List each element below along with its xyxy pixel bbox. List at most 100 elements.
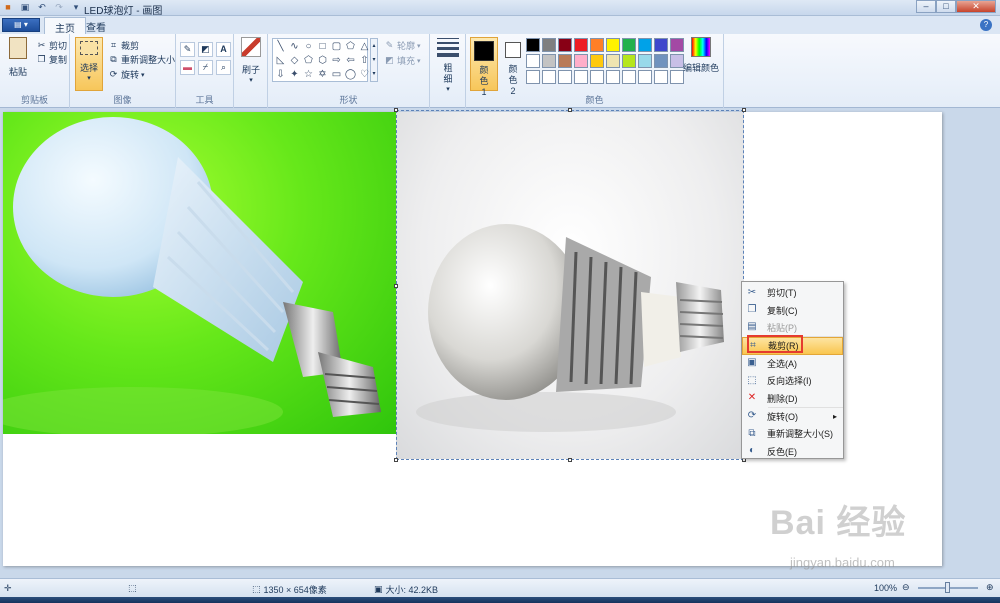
fill-bucket-icon[interactable]: ◩ <box>198 42 213 57</box>
palette-color-swatch[interactable] <box>590 54 604 68</box>
fill-button[interactable]: ◩ 填充 ▾ <box>384 54 421 67</box>
palette-color-swatch[interactable] <box>638 70 652 84</box>
context-menu-item[interactable]: ◐ 反色(E) <box>742 443 843 460</box>
redo-icon[interactable]: ↷ <box>53 1 65 13</box>
palette-color-swatch[interactable] <box>654 54 668 68</box>
palette-color-swatch[interactable] <box>526 38 540 52</box>
context-menu-item[interactable]: ❐ 复制(C) <box>742 301 843 318</box>
diamond-shape-icon[interactable]: ◇ <box>288 54 301 67</box>
palette-color-swatch[interactable] <box>558 54 572 68</box>
palette-color-swatch[interactable] <box>558 38 572 52</box>
eraser-icon[interactable]: ▬ <box>180 60 195 75</box>
cut-button[interactable]: ✂ 剪切 <box>36 39 67 52</box>
submenu-arrow-icon: ▸ <box>832 411 837 421</box>
context-menu-item[interactable]: ✕ 删除(D) <box>742 389 843 406</box>
undo-icon[interactable]: ↶ <box>36 1 48 13</box>
outline-button[interactable]: ✎ 轮廓 ▾ <box>384 39 421 52</box>
oval-callout-shape-icon[interactable]: ◯ <box>344 68 357 81</box>
right-arrow-shape-icon[interactable]: ⇨ <box>330 54 343 67</box>
six-point-star-shape-icon[interactable]: ✡ <box>316 68 329 81</box>
color1-button[interactable]: 颜色 1 <box>470 37 498 97</box>
curve-shape-icon[interactable]: ∿ <box>288 40 301 53</box>
tab-view[interactable]: 查看 <box>76 17 116 34</box>
palette-color-swatch[interactable] <box>622 54 636 68</box>
selection-handle[interactable] <box>394 284 398 288</box>
palette-color-swatch[interactable] <box>590 70 604 84</box>
colors-group: 颜色 1 颜色 2 编辑颜色 颜色 <box>466 34 724 108</box>
brushes-button[interactable]: 刷子 ▾ <box>237 37 265 84</box>
palette-color-swatch[interactable] <box>590 38 604 52</box>
zoom-out-button[interactable]: ⊖ <box>902 582 910 593</box>
context-menu-item[interactable]: ⬚ 反向选择(I) <box>742 372 843 389</box>
paint-menu-button[interactable]: ▤ ▾ <box>2 18 40 32</box>
chevron-down-icon: ▾ <box>417 57 421 65</box>
context-menu-item[interactable]: ⧉ 重新调整大小(S) <box>742 425 843 442</box>
palette-color-swatch[interactable] <box>638 38 652 52</box>
fill-icon: ◩ <box>385 55 394 65</box>
selection-handle[interactable] <box>394 458 398 462</box>
rectangle-shape-icon[interactable]: □ <box>316 40 329 53</box>
selection-handle[interactable] <box>568 108 572 112</box>
pencil-icon[interactable]: ✎ <box>180 42 195 57</box>
pentagon-shape-icon[interactable]: ⬠ <box>302 54 315 67</box>
palette-color-swatch[interactable] <box>606 54 620 68</box>
copy-button[interactable]: ❐ 复制 <box>36 53 67 66</box>
palette-color-swatch[interactable] <box>638 54 652 68</box>
oval-shape-icon[interactable]: ○ <box>302 40 315 53</box>
palette-color-swatch[interactable] <box>526 70 540 84</box>
palette-color-swatch[interactable] <box>542 54 556 68</box>
shapes-scroll[interactable]: ▴ ▾ ▾ <box>370 38 378 82</box>
magnifier-icon[interactable]: ⌕ <box>216 60 231 75</box>
minimize-button[interactable]: – <box>916 0 936 13</box>
rotate-button[interactable]: ⟳ 旋转 ▾ <box>108 68 145 81</box>
crop-button[interactable]: ⌗ 裁剪 <box>108 39 139 52</box>
resize-button[interactable]: ⧉ 重新调整大小 <box>108 53 175 66</box>
edit-colors-button[interactable]: 编辑颜色 <box>682 37 720 74</box>
palette-color-swatch[interactable] <box>606 70 620 84</box>
text-icon[interactable]: A <box>216 42 231 57</box>
palette-color-swatch[interactable] <box>526 54 540 68</box>
close-button[interactable]: ✕ <box>956 0 996 13</box>
selection-marquee[interactable] <box>396 110 744 460</box>
selection-handle[interactable] <box>568 458 572 462</box>
color2-button[interactable]: 颜色 2 <box>501 37 525 97</box>
down-arrow-shape-icon[interactable]: ⇩ <box>274 68 287 81</box>
selection-handle[interactable] <box>394 108 398 112</box>
size-button[interactable]: 粗细 ▾ <box>434 38 462 93</box>
palette-color-swatch[interactable] <box>654 70 668 84</box>
green-bulb-image[interactable] <box>3 112 396 434</box>
rounded-rectangle-shape-icon[interactable]: ▢ <box>330 40 343 53</box>
line-shape-icon[interactable]: ╲ <box>274 40 287 53</box>
palette-color-swatch[interactable] <box>654 38 668 52</box>
select-button[interactable]: 选择 ▾ <box>75 37 103 91</box>
color-palette <box>526 38 684 84</box>
context-menu-item[interactable]: ⟳ 旋转(O) ▸ <box>742 408 843 425</box>
zoom-slider-thumb[interactable] <box>945 582 950 593</box>
palette-color-swatch[interactable] <box>574 38 588 52</box>
qat-dropdown-icon[interactable]: ▾ <box>70 1 82 13</box>
help-icon[interactable]: ? <box>980 19 992 31</box>
callout-shape-icon[interactable]: ▭ <box>330 68 343 81</box>
save-icon[interactable]: ▣ <box>19 1 31 13</box>
hexagon-shape-icon[interactable]: ⬡ <box>316 54 329 67</box>
zoom-in-button[interactable]: ⊕ <box>986 582 994 593</box>
left-arrow-shape-icon[interactable]: ⇦ <box>344 54 357 67</box>
context-menu-item[interactable]: ▣ 全选(A) <box>742 355 843 372</box>
right-triangle-shape-icon[interactable]: ◺ <box>274 54 287 67</box>
color-picker-icon[interactable]: ⌿ <box>198 60 213 75</box>
palette-color-swatch[interactable] <box>542 70 556 84</box>
palette-color-swatch[interactable] <box>622 38 636 52</box>
palette-color-swatch[interactable] <box>574 54 588 68</box>
palette-color-swatch[interactable] <box>574 70 588 84</box>
palette-color-swatch[interactable] <box>622 70 636 84</box>
palette-color-swatch[interactable] <box>606 38 620 52</box>
maximize-button[interactable]: □ <box>936 0 956 13</box>
polygon-shape-icon[interactable]: ⬠ <box>344 40 357 53</box>
selection-handle[interactable] <box>742 108 746 112</box>
four-point-star-shape-icon[interactable]: ✦ <box>288 68 301 81</box>
palette-color-swatch[interactable] <box>558 70 572 84</box>
palette-color-swatch[interactable] <box>542 38 556 52</box>
five-point-star-shape-icon[interactable]: ☆ <box>302 68 315 81</box>
context-menu-item[interactable]: ✂ 剪切(T) <box>742 284 843 301</box>
paste-button[interactable]: 粘贴 <box>4 37 32 78</box>
